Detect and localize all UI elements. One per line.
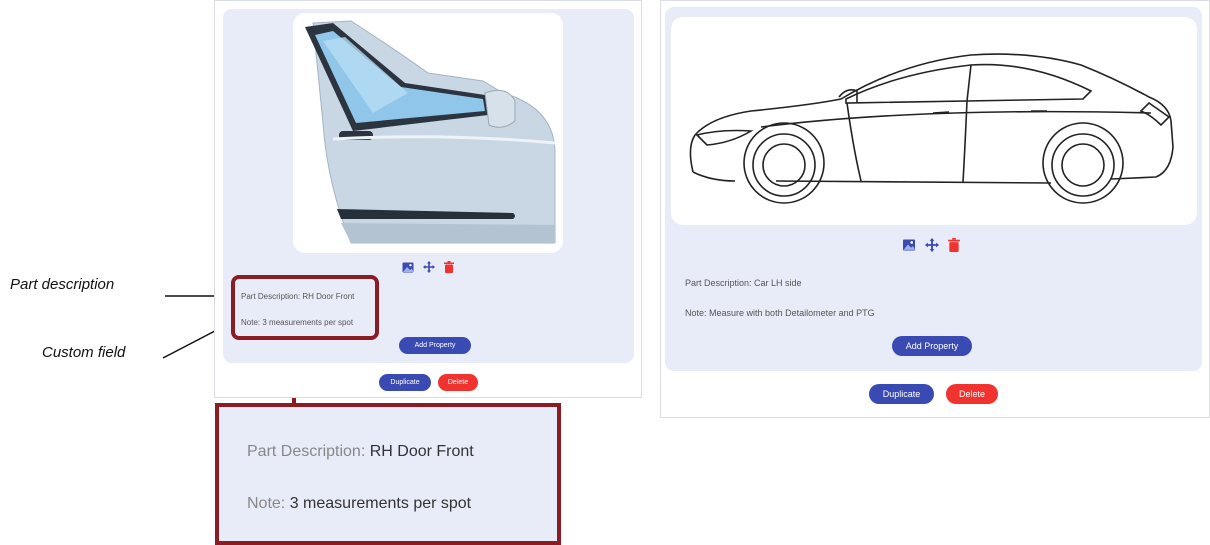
callout-custom-field: Custom field bbox=[42, 344, 126, 361]
zoomed-properties: Part Description: RH Door Front Note: 3 … bbox=[215, 403, 561, 545]
rear-wheel-arch bbox=[1042, 122, 1124, 204]
right-image-actions bbox=[891, 237, 971, 253]
move-icon[interactable] bbox=[423, 261, 435, 273]
car-rocker-line bbox=[775, 180, 1052, 184]
trash-icon[interactable] bbox=[948, 238, 960, 252]
delete-button[interactable]: Delete bbox=[438, 374, 478, 391]
door-lower-shade bbox=[341, 223, 555, 243]
delete-button[interactable]: Delete bbox=[946, 384, 998, 404]
image-icon[interactable] bbox=[402, 262, 414, 273]
car-side-image[interactable] bbox=[671, 17, 1197, 225]
zoom-part-description: Part Description: RH Door Front bbox=[247, 443, 474, 461]
trash-icon[interactable] bbox=[444, 261, 454, 273]
part-description-label: Part Description: bbox=[247, 443, 366, 460]
note-value: Measure with both Detailometer and PTG bbox=[709, 308, 875, 318]
part-description-value: Car LH side bbox=[754, 278, 802, 288]
duplicate-button[interactable]: Duplicate bbox=[379, 374, 431, 391]
note-label: Note: bbox=[247, 495, 286, 512]
callout-part-description: Part description bbox=[10, 276, 115, 293]
note-label: Note: bbox=[685, 308, 707, 318]
side-mirror bbox=[484, 89, 516, 128]
right-note: Note: Measure with both Detailometer and… bbox=[685, 308, 875, 318]
left-image-actions bbox=[395, 260, 461, 274]
car-door-image[interactable] bbox=[293, 13, 563, 253]
car-front-lower bbox=[692, 171, 736, 182]
rear-wheel-hub bbox=[1061, 143, 1105, 187]
image-icon[interactable] bbox=[902, 239, 916, 251]
car-headlight bbox=[695, 129, 754, 146]
add-property-button[interactable]: Add Property bbox=[399, 337, 471, 354]
part-description-value: RH Door Front bbox=[369, 443, 474, 460]
front-wheel-arch bbox=[743, 122, 825, 204]
car-door-line-1 bbox=[846, 102, 862, 182]
move-icon[interactable] bbox=[925, 238, 939, 252]
front-wheel-hub bbox=[762, 143, 806, 187]
right-part-card: Part Description: Car LH side Note: Meas… bbox=[660, 0, 1210, 418]
part-description-label: Part Description: bbox=[685, 278, 752, 288]
zoom-note: Note: 3 measurements per spot bbox=[247, 495, 471, 513]
note-value: 3 measurements per spot bbox=[289, 495, 472, 512]
car-pillar-b bbox=[966, 64, 972, 102]
add-property-button[interactable]: Add Property bbox=[892, 336, 972, 356]
right-part-description: Part Description: Car LH side bbox=[685, 278, 802, 288]
door-handle-front bbox=[932, 111, 950, 114]
custom-field-highlight bbox=[231, 275, 379, 340]
duplicate-button[interactable]: Duplicate bbox=[869, 384, 934, 404]
